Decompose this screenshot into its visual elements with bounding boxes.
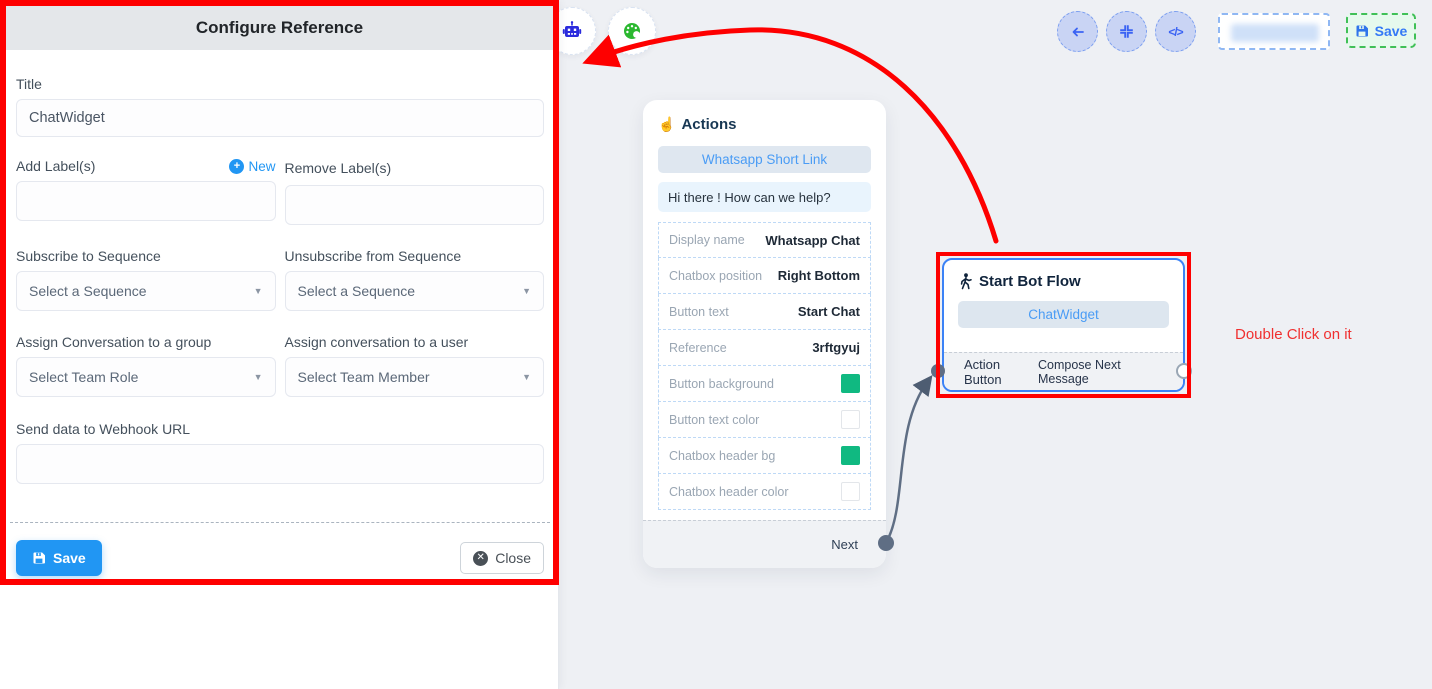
whatsapp-short-link-label: Whatsapp Short Link bbox=[702, 152, 827, 167]
row-label: Chatbox header bg bbox=[669, 449, 775, 463]
row-label: Chatbox header color bbox=[669, 485, 789, 499]
compress-icon bbox=[1119, 24, 1134, 39]
node-connector-edge bbox=[886, 381, 928, 543]
actions-row[interactable]: Chatbox position Right Bottom bbox=[658, 258, 871, 294]
footer-divider bbox=[10, 522, 550, 523]
color-swatch[interactable] bbox=[841, 410, 860, 429]
flow-save-label: Save bbox=[1375, 23, 1408, 39]
color-swatch[interactable] bbox=[841, 482, 860, 501]
flow-name-redacted-text bbox=[1231, 24, 1319, 42]
chevron-down-icon: ▼ bbox=[254, 372, 263, 382]
start-bot-flow-node[interactable]: Start Bot Flow ChatWidget Action Button … bbox=[942, 258, 1185, 392]
chevron-down-icon: ▼ bbox=[254, 286, 263, 296]
actions-row[interactable]: Button text color bbox=[658, 402, 871, 438]
action-button-port-label: Action Button bbox=[964, 357, 1038, 387]
row-label: Button text bbox=[669, 305, 729, 319]
fit-view-button[interactable] bbox=[1106, 11, 1147, 52]
title-input[interactable] bbox=[16, 99, 544, 137]
webhook-input[interactable] bbox=[16, 444, 544, 484]
actions-row[interactable]: Button background bbox=[658, 366, 871, 402]
greeting-message-text: Hi there ! How can we help? bbox=[668, 190, 831, 205]
row-value: Right Bottom bbox=[778, 268, 860, 283]
assign-user-value: Select Team Member bbox=[298, 369, 430, 385]
row-label: Display name bbox=[669, 233, 745, 247]
actions-node-title: Actions bbox=[681, 116, 736, 133]
panel-header: Configure Reference bbox=[6, 6, 553, 50]
title-label: Title bbox=[16, 76, 544, 92]
actions-node-footer: Next bbox=[643, 520, 886, 568]
subscribe-sequence-select[interactable]: Select a Sequence ▼ bbox=[16, 271, 276, 311]
close-button-label: Close bbox=[495, 550, 531, 566]
color-swatch[interactable] bbox=[841, 374, 860, 393]
compose-next-message-port-label: Compose Next Message bbox=[1038, 358, 1169, 386]
chatwidget-reference-label: ChatWidget bbox=[1028, 307, 1099, 322]
close-button[interactable]: ✕ Close bbox=[460, 542, 544, 574]
actions-row[interactable]: Chatbox header bg bbox=[658, 438, 871, 474]
walking-person-icon bbox=[958, 273, 973, 290]
row-label: Reference bbox=[669, 341, 727, 355]
actions-row[interactable]: Button text Start Chat bbox=[658, 294, 871, 330]
save-button-label: Save bbox=[53, 550, 86, 566]
unsubscribe-sequence-label: Unsubscribe from Sequence bbox=[285, 248, 545, 264]
annotation-text: Double Click on it bbox=[1235, 326, 1352, 343]
chevron-down-icon: ▼ bbox=[522, 286, 531, 296]
floppy-disk-icon bbox=[1355, 24, 1369, 38]
close-icon: ✕ bbox=[473, 551, 488, 566]
theme-button[interactable] bbox=[608, 7, 656, 55]
new-link-text: New bbox=[248, 159, 275, 174]
unsubscribe-sequence-value: Select a Sequence bbox=[298, 283, 416, 299]
robot-icon bbox=[561, 20, 583, 42]
assign-group-select[interactable]: Select Team Role ▼ bbox=[16, 357, 276, 397]
back-button[interactable] bbox=[1057, 11, 1098, 52]
assign-group-value: Select Team Role bbox=[29, 369, 138, 385]
assign-group-label: Assign Conversation to a group bbox=[16, 334, 276, 350]
flow-builder-canvas: Configure Reference Title Add Label(s) +… bbox=[0, 0, 1432, 689]
unsubscribe-sequence-select[interactable]: Select a Sequence ▼ bbox=[285, 271, 545, 311]
assign-user-select[interactable]: Select Team Member ▼ bbox=[285, 357, 545, 397]
flow-name-input[interactable] bbox=[1218, 13, 1330, 50]
remove-labels-label: Remove Label(s) bbox=[285, 160, 392, 176]
embed-code-button[interactable]: </> bbox=[1155, 11, 1196, 52]
webhook-label: Send data to Webhook URL bbox=[16, 421, 544, 437]
actions-node[interactable]: ☝ Actions Whatsapp Short Link Hi there !… bbox=[643, 100, 886, 568]
assign-user-label: Assign conversation to a user bbox=[285, 334, 545, 350]
start-bot-flow-footer: Action Button Compose Next Message bbox=[944, 352, 1183, 390]
row-label: Chatbox position bbox=[669, 269, 762, 283]
flow-save-button[interactable]: Save bbox=[1346, 13, 1416, 48]
row-value: Start Chat bbox=[798, 304, 860, 319]
whatsapp-short-link-button[interactable]: Whatsapp Short Link bbox=[658, 146, 871, 173]
configure-reference-panel: Configure Reference Title Add Label(s) +… bbox=[0, 0, 559, 689]
panel-title: Configure Reference bbox=[196, 18, 363, 38]
arrow-left-icon bbox=[1070, 24, 1086, 40]
subscribe-sequence-value: Select a Sequence bbox=[29, 283, 147, 299]
actions-row[interactable]: Chatbox header color bbox=[658, 474, 871, 510]
floppy-disk-icon bbox=[32, 551, 46, 565]
subscribe-sequence-label: Subscribe to Sequence bbox=[16, 248, 276, 264]
actions-row[interactable]: Display name Whatsapp Chat bbox=[658, 222, 871, 258]
start-bot-flow-title: Start Bot Flow bbox=[979, 273, 1081, 290]
palette-icon bbox=[621, 20, 643, 42]
add-labels-label: Add Label(s) bbox=[16, 158, 95, 174]
row-label: Button background bbox=[669, 377, 774, 391]
chevron-down-icon: ▼ bbox=[522, 372, 531, 382]
new-label-link[interactable]: + New bbox=[229, 159, 275, 174]
actions-rows: Display name Whatsapp Chat Chatbox positio… bbox=[658, 222, 871, 510]
greeting-message-bubble: Hi there ! How can we help? bbox=[658, 182, 871, 212]
color-swatch[interactable] bbox=[841, 446, 860, 465]
plus-circle-icon: + bbox=[229, 159, 244, 174]
remove-labels-input[interactable] bbox=[285, 185, 545, 225]
chatwidget-reference-button[interactable]: ChatWidget bbox=[958, 301, 1169, 328]
save-button[interactable]: Save bbox=[16, 540, 102, 576]
row-value: Whatsapp Chat bbox=[765, 233, 860, 248]
row-value: 3rftgyuj bbox=[812, 340, 860, 355]
row-label: Button text color bbox=[669, 413, 759, 427]
hand-pointer-icon: ☝ bbox=[658, 116, 675, 133]
actions-row[interactable]: Reference 3rftgyuj bbox=[658, 330, 871, 366]
next-label: Next bbox=[831, 537, 858, 552]
code-icon: </> bbox=[1168, 25, 1182, 39]
add-labels-input[interactable] bbox=[16, 181, 276, 221]
